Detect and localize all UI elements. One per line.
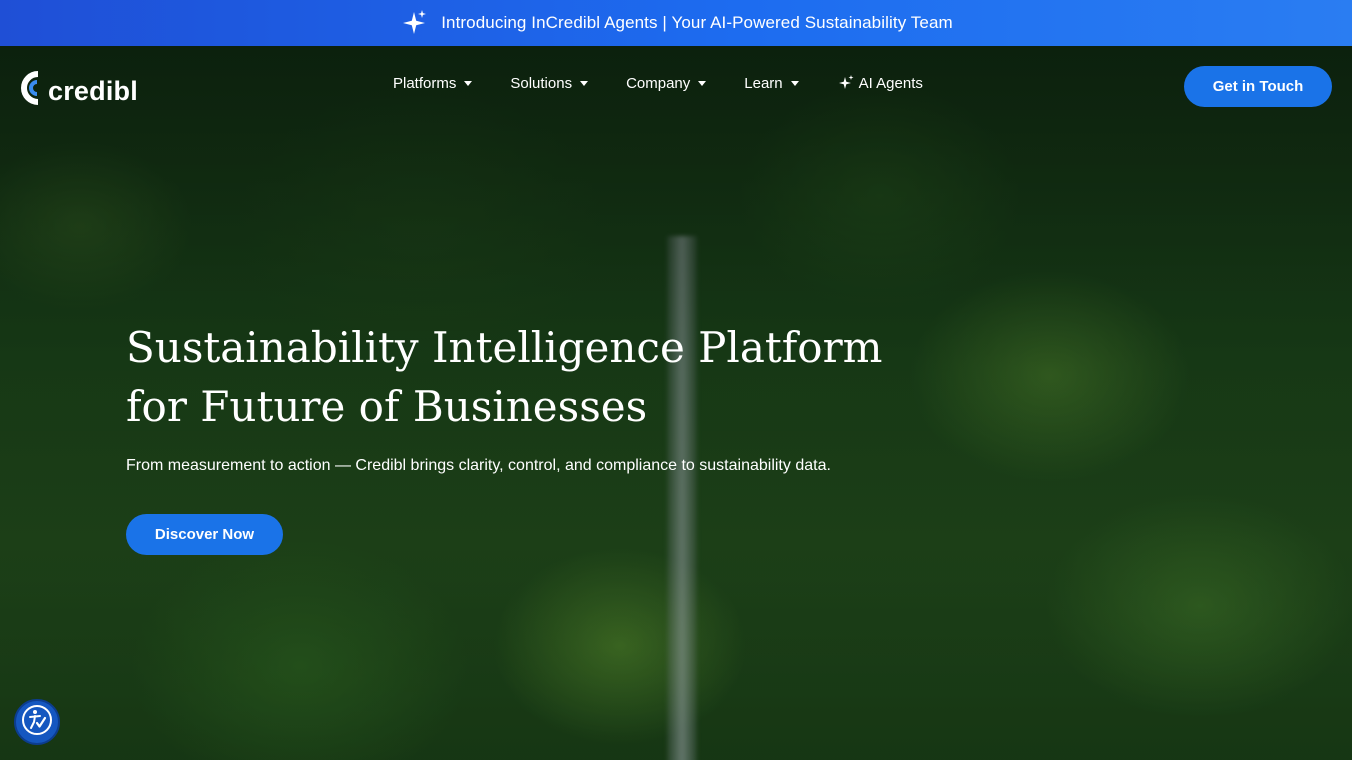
chevron-down-icon xyxy=(580,80,589,86)
announcement-bar[interactable]: Introducing InCredibl Agents | Your AI-P… xyxy=(0,0,1352,46)
chevron-down-icon xyxy=(698,80,707,86)
hero-headline: Sustainability Intelligence Platform for… xyxy=(126,318,1006,436)
nav-item-platforms[interactable]: Platforms xyxy=(393,74,473,92)
sparkle-icon xyxy=(399,8,429,38)
nav-label: AI Agents xyxy=(858,74,923,92)
brand-logo[interactable]: credibl xyxy=(18,68,138,108)
nav-item-ai-agents[interactable]: AI Agents xyxy=(837,74,923,92)
sparkle-icon xyxy=(837,74,855,92)
chevron-down-icon xyxy=(790,80,799,86)
nav-item-learn[interactable]: Learn xyxy=(744,74,799,92)
nav-item-solutions[interactable]: Solutions xyxy=(510,74,589,92)
nav-label: Company xyxy=(626,74,691,92)
credibl-logo-icon xyxy=(18,71,46,105)
accessibility-icon xyxy=(20,703,54,742)
nav-label: Solutions xyxy=(510,74,573,92)
headline-line-1: Sustainability Intelligence Platform xyxy=(126,323,883,372)
primary-nav: Platforms Solutions Company Learn AI Age… xyxy=(393,74,923,92)
headline-line-2: for Future of Businesses xyxy=(126,382,648,431)
nav-label: Learn xyxy=(744,74,783,92)
accessibility-widget-button[interactable] xyxy=(14,699,60,745)
get-in-touch-button[interactable]: Get in Touch xyxy=(1184,66,1332,107)
brand-name: credibl xyxy=(48,75,138,106)
nav-item-company[interactable]: Company xyxy=(626,74,707,92)
chevron-down-icon xyxy=(464,80,473,86)
main-navbar: credibl Platforms Solutions Company Lear… xyxy=(0,46,1352,126)
discover-now-button[interactable]: Discover Now xyxy=(126,514,283,555)
hero-subtitle: From measurement to action — Credibl bri… xyxy=(126,457,831,474)
nav-label: Platforms xyxy=(393,74,457,92)
announcement-text[interactable]: Introducing InCredibl Agents | Your AI-P… xyxy=(441,13,953,33)
